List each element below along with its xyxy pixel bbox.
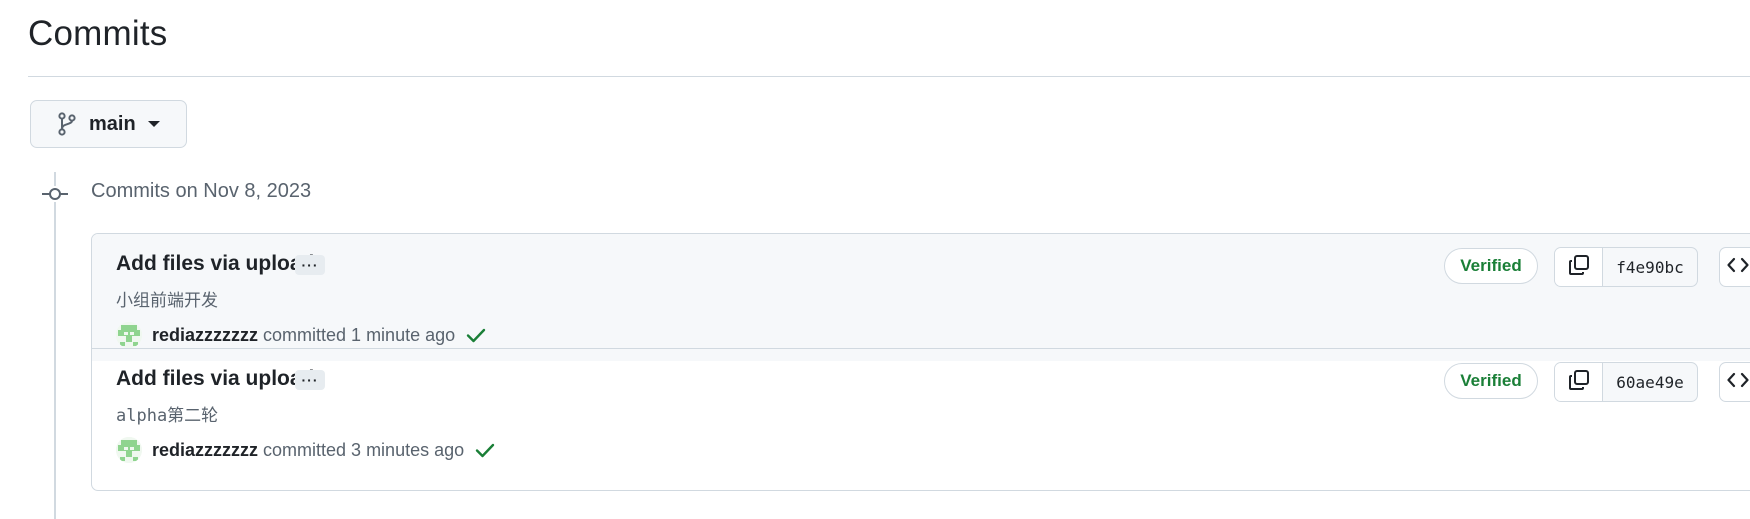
- browse-repo-button[interactable]: [1719, 247, 1750, 287]
- copy-icon: [1568, 254, 1590, 281]
- commit-description: alpha第二轮: [116, 406, 219, 426]
- expand-description-button[interactable]: ···: [295, 370, 325, 390]
- git-branch-icon: [57, 112, 77, 136]
- commit-title-link[interactable]: Add files via upload: [116, 367, 314, 391]
- verified-badge[interactable]: Verified: [1444, 363, 1538, 399]
- copy-icon: [1568, 369, 1590, 396]
- git-commit-icon: [42, 186, 68, 202]
- code-icon: [1727, 371, 1749, 394]
- author-link[interactable]: rediazzzzzzz: [152, 440, 258, 461]
- title-divider: [28, 76, 1750, 77]
- code-icon: [1727, 256, 1749, 279]
- commit-row: Add files via upload ··· alpha第二轮 rediaz…: [92, 348, 1750, 475]
- commit-sha-group: f4e90bc: [1554, 247, 1698, 287]
- timeline-line: [54, 172, 56, 519]
- copy-sha-button[interactable]: [1555, 363, 1603, 401]
- commit-sha-group: 60ae49e: [1554, 362, 1698, 402]
- check-icon[interactable]: [465, 326, 487, 344]
- check-icon[interactable]: [474, 441, 496, 459]
- commit-description: 小组前端开发: [116, 291, 218, 311]
- avatar[interactable]: [116, 437, 142, 463]
- commit-time: committed 3 minutes ago: [263, 439, 465, 460]
- commit-sha-link[interactable]: 60ae49e: [1603, 363, 1697, 401]
- page-title: Commits: [28, 14, 168, 53]
- browse-repo-button[interactable]: [1719, 362, 1750, 402]
- author-link[interactable]: rediazzzzzzz: [152, 325, 258, 346]
- branch-selector-button[interactable]: main: [30, 100, 187, 148]
- commit-sha-link[interactable]: f4e90bc: [1603, 248, 1697, 286]
- expand-description-button[interactable]: ···: [295, 255, 325, 275]
- branch-name: main: [89, 112, 136, 135]
- commit-time: committed 1 minute ago: [263, 324, 456, 345]
- commit-list: Add files via upload ··· 小组前端开发 rediazzz…: [91, 233, 1750, 491]
- avatar[interactable]: [116, 322, 142, 348]
- commit-row: Add files via upload ··· 小组前端开发 rediazzz…: [92, 234, 1750, 361]
- verified-badge[interactable]: Verified: [1444, 248, 1538, 284]
- commit-title-link[interactable]: Add files via upload: [116, 252, 314, 276]
- commit-meta: rediazzzzzzz committed 3 minutes ago: [116, 435, 496, 465]
- commit-meta: rediazzzzzzz committed 1 minute ago: [116, 320, 487, 350]
- chevron-down-icon: [147, 121, 160, 127]
- commits-page: Commits main Commits on Nov 8, 2023 Add …: [0, 0, 1750, 519]
- copy-sha-button[interactable]: [1555, 248, 1603, 286]
- commit-group-heading: Commits on Nov 8, 2023: [91, 180, 312, 202]
